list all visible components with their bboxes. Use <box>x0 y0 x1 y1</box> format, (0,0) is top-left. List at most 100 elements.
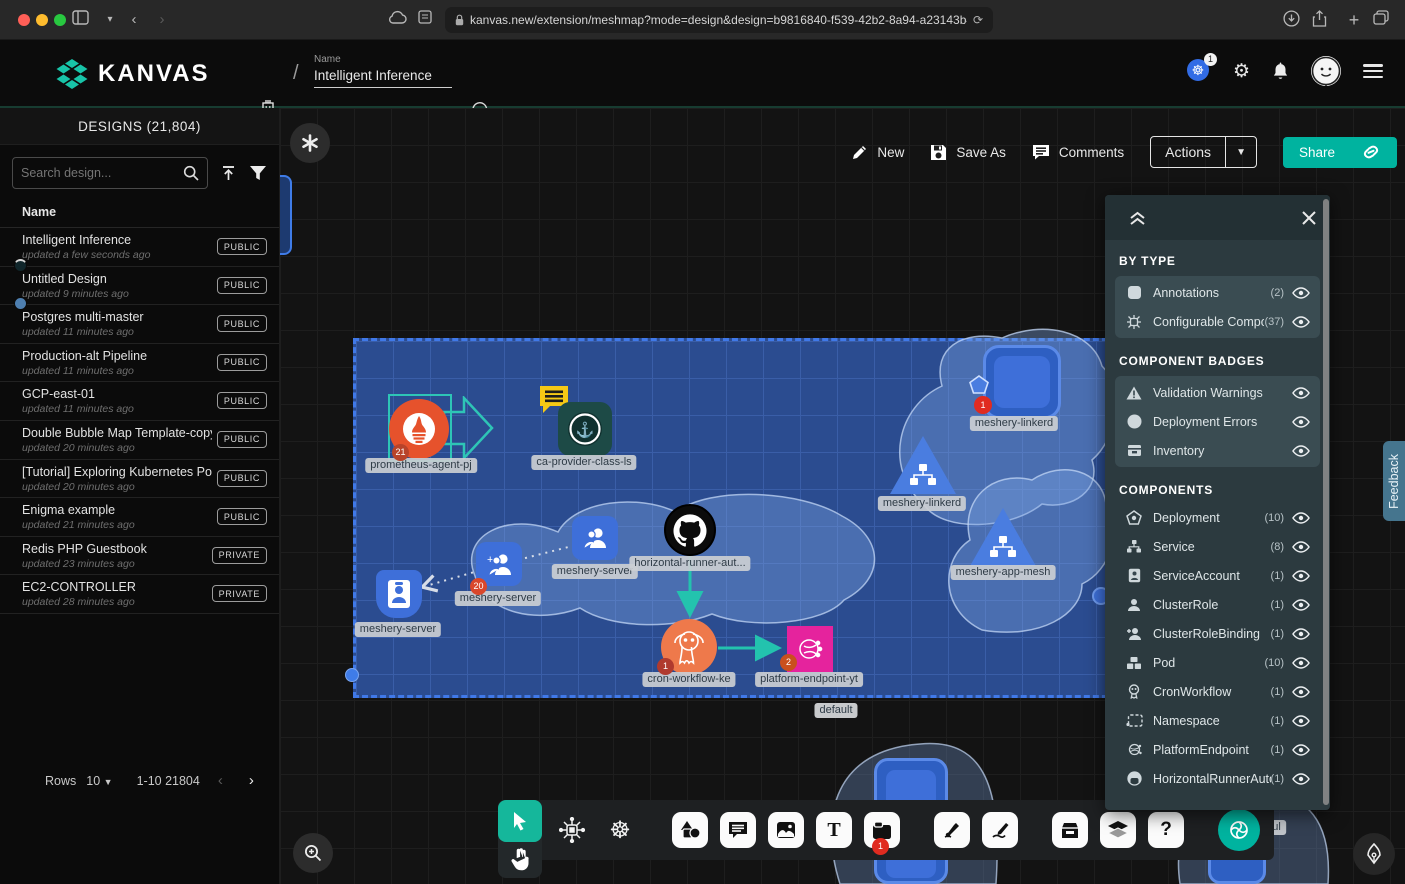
reload-icon[interactable]: ⟳ <box>973 13 983 27</box>
component-row-clusterrole[interactable]: ClusterRole (1) <box>1115 590 1320 619</box>
address-bar[interactable]: kanvas.new/extension/meshmap?mode=design… <box>445 7 993 33</box>
visibility-eye-icon[interactable] <box>1292 287 1310 299</box>
text-tool[interactable]: T <box>816 812 852 848</box>
window-minimize-button[interactable] <box>36 14 48 26</box>
panel-scrollbar[interactable] <box>1323 199 1329 805</box>
visibility-eye-icon[interactable] <box>1292 445 1310 457</box>
share-icon[interactable] <box>1312 10 1336 30</box>
design-list-item[interactable]: Production-alt Pipeline updated 11 minut… <box>0 344 279 383</box>
arrow-shape[interactable] <box>442 396 494 460</box>
collapse-panel-icon[interactable] <box>1129 210 1146 226</box>
node-label[interactable]: ca-provider-class-ls <box>531 455 636 470</box>
name-column-header[interactable]: Name <box>0 197 279 228</box>
visibility-eye-icon[interactable] <box>1292 744 1310 756</box>
user-avatar[interactable] <box>1311 56 1341 86</box>
next-page-icon[interactable]: › <box>241 772 262 789</box>
design-list-item[interactable]: GCP-east-01 updated 11 minutes ago PUBLI… <box>0 382 279 421</box>
visibility-eye-icon[interactable] <box>1292 657 1310 669</box>
freehand-draw-tool[interactable] <box>982 812 1018 848</box>
design-list-item[interactable]: Enigma example updated 21 minutes ago PU… <box>0 498 279 537</box>
help-tool[interactable]: ? <box>1148 812 1184 848</box>
cloud-icon[interactable] <box>388 10 412 30</box>
window-zoom-button[interactable] <box>54 14 66 26</box>
visibility-eye-icon[interactable] <box>1292 512 1310 524</box>
share-button[interactable]: Share <box>1283 137 1397 168</box>
actions-button[interactable]: Actions <box>1151 137 1225 167</box>
new-tab-icon[interactable]: + <box>1342 10 1366 30</box>
layers-tool[interactable] <box>1100 812 1136 848</box>
menu-hamburger-icon[interactable] <box>1363 64 1383 78</box>
meshery-linkerd-node[interactable] <box>983 345 1061 419</box>
downloads-icon[interactable] <box>1283 10 1307 30</box>
zoom-button[interactable] <box>293 833 333 873</box>
design-list-item[interactable]: [Tutorial] Exploring Kubernetes Pod upda… <box>0 460 279 499</box>
shapes-tool[interactable] <box>672 812 708 848</box>
filter-icon[interactable] <box>249 165 267 181</box>
ca-provider-node[interactable]: ⚓ <box>558 402 612 456</box>
visibility-eye-icon[interactable] <box>1292 541 1310 553</box>
settings-gear-icon[interactable]: ⚙ <box>1233 60 1250 83</box>
tab-overview-icon[interactable] <box>1373 10 1397 30</box>
kanvas-logo[interactable]: KANVAS <box>55 57 210 91</box>
by-type-row-annotations[interactable]: Annotations (2) <box>1115 278 1320 307</box>
visibility-eye-icon[interactable] <box>1292 570 1310 582</box>
search-design-input[interactable] <box>21 166 183 180</box>
visibility-eye-icon[interactable] <box>1292 715 1310 727</box>
component-row-serviceaccount[interactable]: ServiceAccount (1) <box>1115 561 1320 590</box>
comments-button[interactable]: Comments <box>1032 144 1124 160</box>
design-list-item[interactable]: EC2-CONTROLLER updated 28 minutes ago PR… <box>0 575 279 614</box>
visibility-eye-icon[interactable] <box>1292 628 1310 640</box>
quick-actions-button[interactable] <box>290 123 330 163</box>
design-list-item[interactable]: Redis PHP Guestbook updated 23 minutes a… <box>0 537 279 576</box>
import-design-icon[interactable] <box>220 165 237 182</box>
github-runner-node[interactable] <box>664 504 716 556</box>
chevron-down-icon[interactable]: ▾ <box>98 10 122 30</box>
node-label[interactable]: meshery-linkerd <box>970 416 1058 431</box>
component-row-service[interactable]: Service (8) <box>1115 532 1320 561</box>
visibility-eye-icon[interactable] <box>1292 686 1310 698</box>
kubernetes-context-button[interactable]: ☸ 1 <box>1187 59 1211 83</box>
badge-row-deployment-errors[interactable]: Deployment Errors <box>1115 407 1320 436</box>
node-label[interactable]: prometheus-agent-pj <box>365 458 477 473</box>
design-list-item[interactable]: Intelligent Inference updated a few seco… <box>0 228 279 267</box>
component-row-deployment[interactable]: Deployment (10) <box>1115 503 1320 532</box>
reader-view-icon[interactable] <box>418 10 442 30</box>
window-close-button[interactable] <box>18 14 30 26</box>
components-dock-icon[interactable] <box>554 812 590 848</box>
forward-icon[interactable]: › <box>150 10 174 30</box>
select-tool[interactable] <box>498 800 542 842</box>
component-row-platformendpoint[interactable]: PlatformEndpoint (1) <box>1115 735 1320 764</box>
pan-tool[interactable] <box>498 842 542 871</box>
actions-dropdown-icon[interactable]: ▼ <box>1225 137 1256 167</box>
visibility-eye-icon[interactable] <box>1292 599 1310 611</box>
component-row-clusterrolebinding[interactable]: ClusterRoleBinding (1) <box>1115 619 1320 648</box>
meshery-extension-button[interactable] <box>1218 809 1260 851</box>
badge-row-inventory[interactable]: Inventory <box>1115 436 1320 465</box>
visibility-eye-icon[interactable] <box>1292 387 1310 399</box>
search-design-field[interactable] <box>12 157 208 189</box>
node-label[interactable]: meshery-server <box>355 622 441 637</box>
node-label[interactable]: meshery-server <box>455 591 541 606</box>
design-list-item[interactable]: Double Bubble Map Template-copy updated … <box>0 421 279 460</box>
namespace-label[interactable]: default <box>814 703 857 718</box>
component-row-horizontalrunnerautoscaler[interactable]: HorizontalRunnerAutos... (1) <box>1115 764 1320 793</box>
edge-style-tool[interactable] <box>934 812 970 848</box>
new-button[interactable]: New <box>851 144 904 161</box>
node-label[interactable]: meshery-server <box>552 564 638 579</box>
component-row-pod[interactable]: Pod (10) <box>1115 648 1320 677</box>
notifications-bell-icon[interactable] <box>1272 62 1289 81</box>
node-label[interactable]: meshery-app-mesh <box>951 565 1056 580</box>
node-label[interactable]: platform-endpoint-yt <box>755 672 863 687</box>
drawer-tool[interactable] <box>1052 812 1088 848</box>
node-label[interactable]: cron-workflow-ke <box>642 672 735 687</box>
meshery-server-node[interactable] <box>376 570 422 618</box>
sidebar-toggle-icon[interactable] <box>72 10 96 30</box>
component-row-namespace[interactable]: Namespace (1) <box>1115 706 1320 735</box>
visibility-eye-icon[interactable] <box>1292 773 1310 785</box>
node-label[interactable]: horizontal-runner-aut... <box>629 556 750 571</box>
design-name-input[interactable] <box>314 65 452 88</box>
node-label[interactable]: meshery-linkerd <box>878 496 966 511</box>
visibility-eye-icon[interactable] <box>1292 416 1310 428</box>
pen-tool-button[interactable] <box>1353 833 1395 875</box>
back-icon[interactable]: ‹ <box>122 10 146 30</box>
